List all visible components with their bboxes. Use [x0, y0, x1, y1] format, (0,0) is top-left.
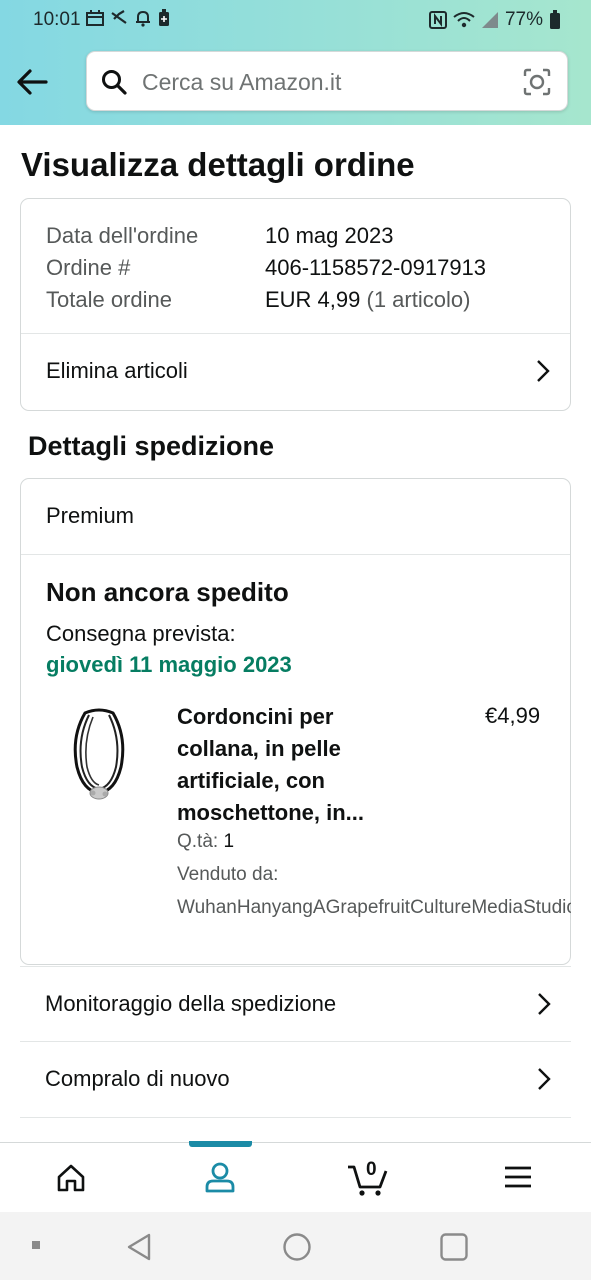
account-icon: [205, 1162, 235, 1193]
product-title[interactable]: Cordoncini per collana, in pelle artific…: [177, 701, 457, 829]
shipping-section-title: Dettagli spedizione: [28, 431, 275, 461]
nav-account[interactable]: [147, 1143, 294, 1213]
quantity: Q.tà: 1: [177, 831, 234, 853]
cart-count: 0: [366, 1159, 377, 1180]
product-title-line: Cordoncini per: [177, 704, 334, 729]
order-total-value: EUR 4,99 (1 articolo): [265, 287, 470, 313]
wifi-icon: [453, 12, 475, 28]
order-date-label: Data dell'ordine: [46, 223, 199, 248]
product-price: €4,99: [485, 703, 541, 728]
status-icons-left: [86, 9, 170, 27]
back-button[interactable]: [14, 64, 50, 100]
battery-icon: [550, 10, 560, 29]
arrow-left-icon: [17, 69, 48, 95]
menu-icon: [505, 1166, 531, 1188]
buy-again-row[interactable]: Compralo di nuovo: [20, 1042, 571, 1118]
shipment-status: Non ancora spedito: [46, 577, 289, 607]
nav-cart[interactable]: 0: [294, 1143, 441, 1213]
order-number-value: 406-1158572-0917913: [265, 255, 487, 280]
app-header: 10:01 77%: [0, 0, 591, 125]
sold-by-label: Venduto da:: [177, 864, 279, 885]
calendar-icon: [86, 10, 104, 26]
product-image[interactable]: [65, 707, 135, 803]
product-title-line: collana, in pelle: [177, 736, 341, 761]
quantity-label: Q.tà:: [177, 831, 219, 852]
order-item-count: (1 articolo): [360, 287, 471, 312]
status-bar: 10:01 77%: [0, 0, 591, 40]
signal-icon: [481, 12, 498, 28]
shipping-method: Premium: [46, 503, 135, 528]
divider: [21, 554, 570, 555]
chevron-right-icon: [538, 993, 551, 1015]
search-input[interactable]: [142, 66, 502, 98]
battery-percent: 77%: [504, 9, 543, 30]
product-title-line: artificiale, con: [177, 768, 325, 793]
buy-again-label: Compralo di nuovo: [45, 1066, 230, 1091]
back-nav-icon[interactable]: [125, 1232, 153, 1262]
chevron-right-icon: [537, 360, 550, 382]
status-icons-right: 77%: [428, 9, 561, 31]
nfc-icon: [428, 11, 447, 29]
seller-name[interactable]: WuhanHanyangAGrapefruitCultureMediaStudi…: [177, 897, 571, 919]
home-nav-icon[interactable]: [282, 1232, 312, 1262]
order-summary-card: Data dell'ordine 10 mag 2023 Ordine # 40…: [20, 198, 571, 411]
search-bar[interactable]: [86, 51, 568, 111]
product-title-line: moschettone, in...: [177, 800, 365, 825]
order-total-label: Totale ordine: [46, 287, 172, 312]
delivery-label: Consegna prevista:: [46, 621, 236, 646]
delivery-date: giovedì 11 maggio 2023: [46, 652, 292, 677]
bottom-nav: 0: [0, 1141, 591, 1213]
order-number-label: Ordine #: [46, 255, 131, 280]
delete-items-label: Elimina articoli: [46, 358, 188, 383]
order-total-amount: EUR 4,99: [265, 287, 361, 312]
airplane-icon: [111, 10, 127, 24]
home-icon: [57, 1164, 85, 1192]
battery-saver-icon: [159, 9, 169, 26]
track-shipment-label: Monitoraggio della spedizione: [45, 991, 337, 1016]
status-time: 10:01: [33, 9, 81, 30]
camera-search-icon[interactable]: [523, 68, 551, 96]
delete-items-row[interactable]: Elimina articoli: [21, 334, 570, 410]
track-shipment-row[interactable]: Monitoraggio della spedizione: [20, 966, 571, 1042]
recents-nav-icon[interactable]: [439, 1232, 469, 1262]
search-icon: [102, 70, 127, 95]
chevron-right-icon: [538, 1068, 551, 1090]
shipment-card: Premium Non ancora spedito Consegna prev…: [20, 478, 571, 965]
order-date-value: 10 mag 2023: [265, 223, 394, 248]
quantity-value: 1: [223, 831, 235, 852]
nav-menu[interactable]: [441, 1143, 588, 1213]
bell-icon: [136, 10, 150, 27]
nav-home[interactable]: [0, 1143, 147, 1213]
system-nav-bar: [0, 1212, 591, 1280]
dot-indicator-icon: [32, 1241, 40, 1249]
page-title: Visualizza dettagli ordine: [21, 146, 415, 183]
